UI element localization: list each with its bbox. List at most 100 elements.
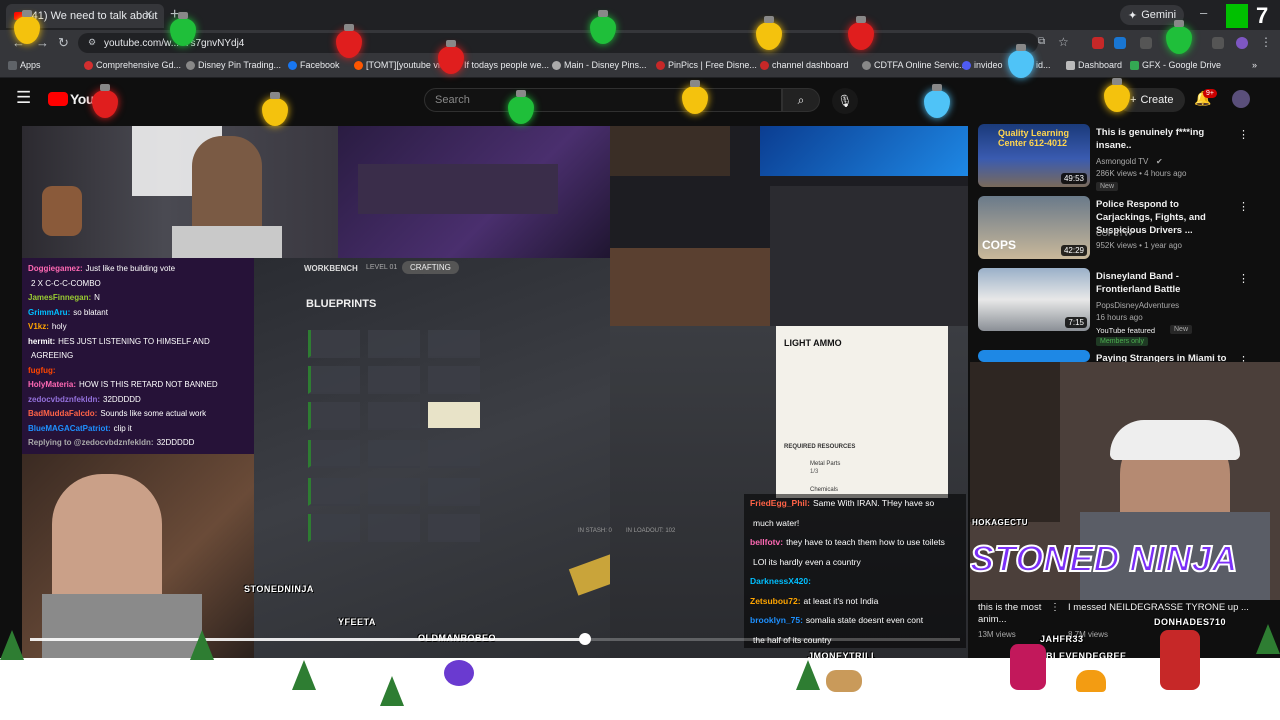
chat-text: 32DDDDD: [156, 438, 195, 447]
video-player[interactable]: Doggiegamez: Just like the building vote 2…: [22, 126, 968, 662]
blueprint-slot: [308, 366, 360, 394]
pine-tree-icon: [292, 660, 316, 690]
bookmark-item[interactable]: Dashboard: [1066, 60, 1122, 70]
video-thumbnail[interactable]: Quality Learning Center 612-4012 49:53: [978, 124, 1090, 187]
progress-scrubber[interactable]: [579, 633, 591, 645]
chat-text: AGREEING: [31, 351, 74, 360]
menu-dots-icon[interactable]: ⋮: [1260, 35, 1272, 49]
chat-message: Doggiegamez: Just like the building vote: [28, 262, 248, 277]
extensions-puzzle-icon[interactable]: [1140, 37, 1152, 49]
chat-username: FriedEgg_Phil:: [750, 498, 810, 508]
search-input[interactable]: Search: [424, 88, 782, 112]
chat-message: 2 X C-C-C-COMBO: [28, 277, 248, 292]
short-title[interactable]: this is the most anim...: [978, 602, 1048, 626]
blueprint-slot: [368, 330, 420, 358]
youtube-logo-icon[interactable]: [48, 92, 68, 106]
bookmark-item[interactable]: Comprehensive Gd...: [84, 60, 181, 70]
streamer-webcam-main: [22, 454, 254, 662]
sidebar-icon[interactable]: [1212, 37, 1224, 49]
bookmark-item[interactable]: GFX - Google Drive: [1130, 60, 1221, 70]
bookmark-item[interactable]: Disney Pin Trading...: [186, 60, 281, 70]
new-badge: New: [1096, 182, 1119, 191]
cast-icon[interactable]: ⧉: [1038, 36, 1045, 47]
gemini-button[interactable]: ✦ Gemini: [1120, 5, 1185, 25]
site-info-icon[interactable]: ⚙: [88, 37, 96, 48]
video-title[interactable]: This is genuinely f***ing insane..: [1096, 126, 1236, 152]
chat-text: much water!: [753, 517, 800, 528]
more-options-icon[interactable]: ⋮: [1238, 272, 1249, 285]
required-resources-label: REQUIRED RESOURCES: [784, 444, 856, 450]
forward-icon[interactable]: →: [36, 35, 49, 50]
sprite-character: [1010, 644, 1046, 690]
pine-tree-icon: [0, 630, 24, 660]
more-options-icon[interactable]: ⋮: [1238, 128, 1249, 141]
youtube-logo-text[interactable]: You: [70, 91, 94, 107]
person-shirt: [42, 594, 202, 662]
more-bookmarks-icon[interactable]: »: [1252, 60, 1257, 70]
recommendation-item[interactable]: COPS 42:29 Police Respond to Carjackings…: [978, 196, 1274, 266]
bookmark-item[interactable]: invideo: [962, 60, 1003, 70]
reload-icon[interactable]: ↻: [58, 35, 69, 51]
chat-message: JamesFinnegan: N: [28, 291, 248, 306]
chat-username: fugfug:: [28, 365, 56, 375]
minimize-icon[interactable]: –: [1200, 5, 1207, 20]
window-close-icon[interactable]: 7: [1256, 3, 1268, 29]
bookmark-item[interactable]: CDTFA Online Servic...: [862, 60, 967, 70]
address-bar-row: ← → ↻ ⚙ youtube.com/w...=7s7gnvNYdj4 ⧉ ☆…: [0, 30, 1280, 56]
recommendation-item[interactable]: Quality Learning Center 612-4012 49:53 T…: [978, 124, 1274, 194]
chat-text: Just like the building vote: [85, 264, 176, 273]
create-button[interactable]: + Create: [1118, 88, 1186, 112]
channel-name[interactable]: Asmongold TV: [1096, 157, 1148, 166]
chat-message: GrimmAru: so blatant: [28, 306, 248, 321]
url-field[interactable]: ⚙ youtube.com/w...=7s7gnvNYdj4: [78, 33, 1038, 53]
profile-icon[interactable]: [1236, 37, 1248, 49]
bookmark-item[interactable]: channel dashboard: [760, 60, 849, 70]
channel-name[interactable]: COPSTV: [1096, 229, 1129, 238]
video-title[interactable]: Disneyland Band - Frontierland Battle: [1096, 270, 1236, 296]
microphone-icon[interactable]: 🎙: [832, 88, 858, 114]
extension-icon[interactable]: [1092, 37, 1104, 49]
avatar[interactable]: [1232, 90, 1250, 108]
tab-close-icon[interactable]: ✕: [144, 8, 153, 21]
person-silhouette: [192, 136, 262, 236]
channel-name[interactable]: PopsDisneyAdventures: [1096, 301, 1179, 310]
more-options-icon[interactable]: ⋮: [1238, 200, 1249, 213]
hamburger-menu-icon[interactable]: ☰: [16, 88, 31, 108]
webcam-thumb: [610, 126, 730, 176]
back-icon[interactable]: ←: [12, 35, 25, 50]
sprite-name: DONHADES710: [1154, 617, 1227, 627]
chat-message: BlueMAGACatPatriot: clip it: [28, 422, 248, 437]
bookmarks-bar: Apps Comprehensive Gd... Disney Pin Trad…: [0, 56, 1280, 78]
more-options-icon[interactable]: ⋮: [1050, 602, 1060, 613]
chat-text: holy: [51, 322, 67, 331]
recommendation-item[interactable]: 7:15 Disneyland Band - Frontierland Batt…: [978, 268, 1274, 346]
shorts-row: this is the most anim... 13M views ⋮ I m…: [976, 600, 1280, 648]
game-crafting-ui: WORKBENCH LEVEL 01 CRAFTING BLUEPRINTS: [254, 258, 692, 658]
right-chat-overlay: FriedEgg_Phil: Same With IRAN. THey have …: [744, 494, 966, 648]
bookmark-item[interactable]: id...: [1036, 60, 1051, 70]
new-tab-icon[interactable]: +: [170, 6, 179, 24]
streamer-webcam-small: [610, 248, 770, 326]
bookmark-star-icon[interactable]: ☆: [1058, 35, 1069, 49]
plus-icon: +: [1130, 94, 1137, 106]
person-shirt: [172, 226, 282, 258]
chat-username: GrimmAru:: [28, 307, 71, 317]
bookmark-item[interactable]: PinPics | Free Disne...: [656, 60, 757, 70]
video-thumbnail[interactable]: 7:15: [978, 268, 1090, 331]
chat-message: FriedEgg_Phil: Same With IRAN. THey have …: [750, 494, 960, 514]
video-thumbnail[interactable]: COPS 42:29: [978, 196, 1090, 259]
extension-icon[interactable]: [1114, 37, 1126, 49]
video-thumbnail[interactable]: [978, 350, 1090, 362]
blueprint-slot: [428, 366, 480, 394]
short-title[interactable]: I messed NEILDEGRASSE TYRONE up ...: [1068, 602, 1258, 613]
person-cap: [1110, 420, 1240, 460]
reddit-icon: [452, 60, 461, 70]
browser-tab[interactable]: (41) We need to talk about: [6, 4, 164, 28]
bookmark-item[interactable]: Facebook: [288, 60, 340, 70]
bookmark-item[interactable]: [TOMT][youtube vid...: [354, 60, 452, 70]
bookmark-apps[interactable]: Apps: [8, 60, 41, 70]
bookmark-item[interactable]: Main - Disney Pins...: [552, 60, 647, 70]
search-icon[interactable]: ⌕: [782, 88, 820, 112]
chat-text: Sounds like some actual work: [100, 409, 207, 418]
bookmark-item[interactable]: If todays people we...: [452, 60, 549, 70]
